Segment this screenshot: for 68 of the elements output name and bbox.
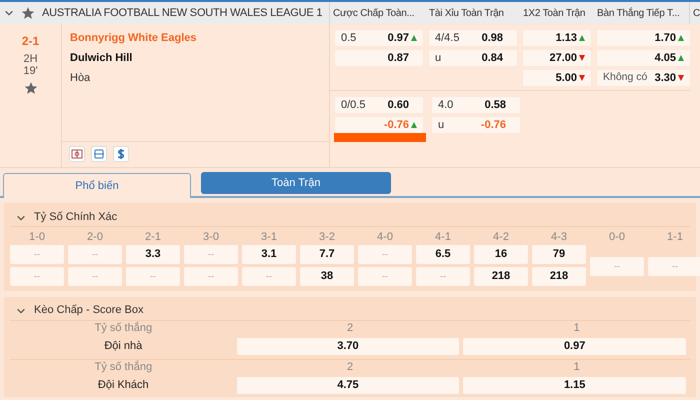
odds-cell[interactable]: 3.1	[242, 245, 296, 264]
chevron-down-icon[interactable]	[4, 8, 14, 18]
score-label: 0-0	[609, 230, 625, 245]
column-header: Cược Chấp Toàn...	[333, 6, 414, 20]
match-period: 2H	[23, 53, 38, 65]
goals-label: 1	[574, 321, 580, 336]
team-label: Đội nhà	[104, 338, 142, 354]
score-label: 2-1	[145, 230, 161, 245]
match-minute: 19'	[23, 65, 38, 77]
odds-cell[interactable]: 7.7	[300, 245, 354, 264]
dollar-icon[interactable]	[113, 146, 129, 162]
score-caption: Tỷ số thắng	[94, 320, 152, 336]
odds-cell[interactable]: 218	[474, 267, 528, 286]
odds-cell[interactable]: 4.75	[236, 376, 460, 394]
score-caption: Tỷ số thắng	[94, 360, 152, 376]
column-header: Tài Xỉu Toàn Trận	[429, 6, 504, 20]
column-header: 1X2 Toàn Trận	[523, 6, 586, 20]
next-goal-odds-cell[interactable]: Không có 3.30	[597, 70, 690, 86]
stats-icon[interactable]	[91, 146, 107, 162]
odds-cell[interactable]: 6.5	[416, 245, 470, 264]
column-header: Bàn Thắng Tiếp T...	[597, 6, 680, 20]
section-title: Tỷ Số Chính Xác	[34, 210, 118, 226]
score-label: 3-1	[261, 230, 277, 245]
total-odds-cell[interactable]: 4.0 0.58	[432, 97, 520, 113]
tab[interactable]: Phổ biến	[3, 173, 191, 198]
score-label: 3-0	[203, 230, 219, 245]
pitch-icon[interactable]	[69, 146, 85, 162]
match-odds-cell[interactable]: 27.00	[523, 50, 591, 66]
tab[interactable]: Toàn Trận	[201, 172, 391, 194]
odds-cell[interactable]: 38	[300, 267, 354, 286]
handicap-odds-cell[interactable]: 0.87	[335, 50, 423, 66]
handicap-odds-cell[interactable]: 0/0.5 0.60	[335, 97, 423, 113]
score-label: 2-0	[87, 230, 103, 245]
odds-cell[interactable]: 218	[532, 267, 586, 286]
odds-cell[interactable]: 16	[474, 245, 528, 264]
match-score: 2-1	[22, 33, 40, 50]
handicap-odds-cell[interactable]: 0.5 0.97	[335, 30, 423, 46]
match-odds-cell[interactable]: 5.00	[523, 70, 591, 86]
score-label: 4-3	[551, 230, 567, 245]
goals-label: 1	[574, 360, 580, 376]
score-label: 4-1	[435, 230, 451, 245]
odds-cell[interactable]: 1.15	[463, 376, 686, 394]
score-label: 4-2	[493, 230, 509, 245]
star-icon	[21, 6, 35, 20]
total-odds-cell[interactable]: u -0.76	[432, 117, 520, 133]
odds-cell[interactable]: 3.3	[126, 245, 180, 264]
score-label: 3-2	[319, 230, 335, 245]
section-title: Kèo Chấp - Score Box	[34, 303, 144, 318]
odds-cell[interactable]: 79	[532, 245, 586, 264]
score-label: 1-1	[667, 230, 683, 245]
total-odds-cell[interactable]: u 0.84	[429, 50, 517, 66]
match-odds-cell[interactable]: 1.13	[523, 30, 591, 46]
score-label: 4-0	[377, 230, 393, 245]
column-header: C	[693, 6, 700, 20]
goals-label: 2	[346, 321, 354, 336]
team-label: Đội Khách	[98, 378, 149, 393]
goals-label: 2	[346, 360, 354, 376]
draw-label: Hòa	[70, 71, 92, 85]
odds-cell[interactable]: 0.97	[463, 338, 686, 354]
star-icon	[24, 81, 38, 95]
next-goal-odds-cell[interactable]: 4.05	[597, 50, 690, 66]
score-label: 1-0	[29, 230, 45, 245]
home-team-name: Bonnyrigg White Eagles	[70, 31, 198, 45]
next-goal-odds-cell[interactable]: 1.70	[597, 30, 690, 46]
total-odds-cell[interactable]: 4/4.5 0.98	[429, 30, 517, 46]
odds-cell[interactable]: 3.70	[236, 338, 460, 354]
league-title: AUSTRALIA FOOTBALL NEW SOUTH WALES LEAGUE 1	[42, 6, 322, 21]
away-team-name: Dulwich Hill	[70, 51, 134, 65]
